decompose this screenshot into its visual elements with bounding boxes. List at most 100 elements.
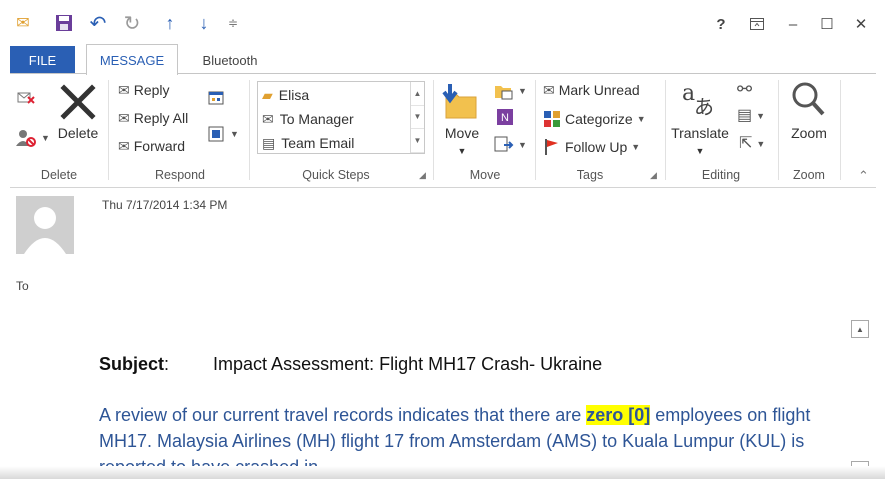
subject-text: Impact Assessment: Flight MH17 Crash- Uk…: [213, 354, 603, 374]
junk-button[interactable]: ▼: [15, 128, 50, 148]
categorize-label: Categorize: [565, 111, 633, 127]
customize-qat-button[interactable]: ≑: [224, 12, 242, 34]
actions-button[interactable]: ▼: [494, 136, 527, 154]
binoculars-icon: ⚯: [737, 79, 753, 99]
scroll-up-icon[interactable]: ▲: [411, 82, 424, 106]
translate-button[interactable]: aあ: [678, 78, 718, 118]
reply-all-button[interactable]: ✉ Reply All: [118, 110, 188, 126]
junk-icon: [16, 130, 36, 147]
respond-group-label: Respond: [154, 168, 206, 182]
categorize-icon: [544, 111, 560, 127]
svg-text:N: N: [501, 112, 509, 124]
quick-steps-group-label: Quick Steps: [302, 168, 370, 182]
onenote-button[interactable]: N: [496, 108, 514, 126]
maximize-button[interactable]: ☐: [812, 12, 842, 36]
translate-label: Translate: [671, 125, 729, 141]
delete-button[interactable]: [58, 82, 98, 122]
quick-step-elisa[interactable]: ▰ Elisa: [262, 84, 309, 106]
body-text: A review of our current travel records i…: [99, 405, 587, 425]
quick-step-label: To Manager: [279, 111, 354, 127]
help-button[interactable]: ?: [706, 12, 736, 36]
delete-label: Delete: [57, 125, 99, 141]
zoom-button[interactable]: [790, 80, 826, 120]
related-button[interactable]: ▤ ▼: [737, 108, 765, 124]
quick-step-label: Team Email: [281, 135, 355, 151]
ribbon: ▼ Delete Delete ✉ Reply ✉ Reply All ✉ Forwa…: [10, 73, 876, 188]
scroll-up-button[interactable]: ▲: [851, 320, 869, 338]
tab-message[interactable]: MESSAGE: [86, 44, 178, 75]
tags-launcher-icon[interactable]: ◢: [650, 170, 657, 181]
save-button[interactable]: [52, 12, 76, 34]
categorize-button[interactable]: Categorize ▼: [543, 110, 646, 128]
quick-steps-gallery: ▰ Elisa ✉ To Manager ▤ Team Email ▲ ▼ ▼: [257, 81, 425, 154]
close-button[interactable]: ✕: [846, 12, 876, 36]
folder-icon: ▰: [262, 87, 273, 103]
quick-steps-launcher-icon[interactable]: ◢: [419, 170, 426, 181]
quick-step-label: Elisa: [278, 87, 310, 103]
undo-button[interactable]: ↶: [86, 12, 110, 35]
chevron-down-icon: ▼: [636, 114, 646, 124]
reply-all-label: Reply All: [133, 110, 189, 126]
person-icon: [16, 196, 74, 254]
expand-gallery-icon[interactable]: ▼: [411, 129, 424, 153]
move-button[interactable]: [442, 82, 480, 122]
magnifier-icon: [792, 82, 825, 116]
mark-unread-button[interactable]: ✉ Mark Unread: [543, 82, 640, 98]
follow-up-button[interactable]: Follow Up ▼: [543, 138, 640, 156]
ignore-button[interactable]: [16, 88, 36, 106]
delete-group-label: Delete: [40, 168, 78, 182]
document-icon: ▤: [737, 107, 753, 124]
quick-steps-scrollbar[interactable]: ▲ ▼ ▼: [410, 82, 424, 153]
mark-unread-label: Mark Unread: [558, 82, 640, 98]
group-divider: [433, 80, 434, 180]
more-respond-button[interactable]: ▼: [208, 126, 239, 142]
group-divider: [665, 80, 666, 180]
subject-colon: :: [164, 354, 170, 374]
flag-icon: [545, 139, 558, 155]
delete-x-icon: [60, 84, 96, 120]
chevron-down-icon: ▼: [518, 140, 527, 150]
group-divider: [778, 80, 779, 180]
envelope-open-icon: ✉: [543, 82, 555, 98]
group-divider: [249, 80, 250, 180]
find-button[interactable]: ⚯: [737, 80, 752, 98]
scroll-down-icon[interactable]: ▼: [411, 106, 424, 130]
chevron-down-icon: ▼: [41, 133, 50, 143]
tags-group-label: Tags: [576, 168, 604, 182]
minimize-button[interactable]: –: [778, 12, 808, 36]
tab-file[interactable]: FILE: [10, 46, 75, 74]
redo-button[interactable]: ↻: [120, 12, 144, 35]
quick-step-team-email[interactable]: ▤ Team Email: [262, 132, 354, 154]
ribbon-display-options-button[interactable]: [742, 12, 772, 36]
zoom-label: Zoom: [791, 125, 827, 141]
reply-all-icon: ✉: [118, 110, 130, 126]
select-button[interactable]: ⇱ ▼: [739, 136, 765, 152]
vertical-scrollbar[interactable]: ▲: [850, 320, 870, 479]
editing-group-label: Editing: [701, 168, 741, 182]
move-folder-icon: [442, 84, 477, 119]
reply-label: Reply: [133, 82, 170, 98]
meeting-icon: [208, 91, 224, 105]
save-icon: [56, 15, 72, 31]
team-email-icon: ▤: [262, 135, 276, 151]
rules-icon: [495, 86, 513, 100]
previous-item-button[interactable]: ↑: [158, 12, 182, 34]
rules-button[interactable]: ▼: [494, 82, 527, 100]
next-item-button[interactable]: ↓: [192, 12, 216, 34]
chevron-down-icon: ▼: [230, 129, 239, 139]
title-bar: ✉ ↶ ↻ ↑ ↓ ≑ ? – ☐ ✕: [0, 0, 885, 42]
message-date: Thu 7/17/2014 1:34 PM: [102, 198, 228, 212]
quick-step-to-manager[interactable]: ✉ To Manager: [262, 108, 354, 130]
customize-icon: ≑: [227, 16, 239, 30]
to-label: To: [16, 279, 29, 293]
sender-avatar: [16, 196, 74, 254]
move-group-label: Move: [469, 168, 501, 182]
onenote-icon: N: [497, 109, 513, 125]
cursor-icon: ⇱: [739, 135, 753, 152]
collapse-ribbon-icon[interactable]: ⌃: [858, 168, 869, 184]
envelope-icon: ✉: [16, 15, 30, 32]
forward-button[interactable]: ✉ Forward: [118, 138, 185, 154]
reply-button[interactable]: ✉ Reply: [118, 82, 170, 98]
meeting-button[interactable]: [208, 90, 226, 106]
tab-bluetooth[interactable]: Bluetooth: [190, 46, 270, 74]
